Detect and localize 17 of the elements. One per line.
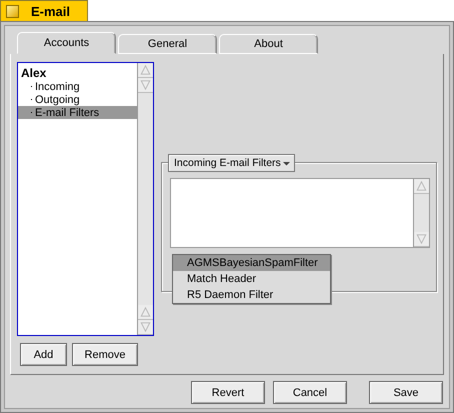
list-item[interactable]: E-mail Filters — [18, 106, 137, 119]
window-title: E-mail — [31, 4, 70, 18]
menu-item[interactable]: AGMSBayesianSpamFilter — [173, 255, 330, 271]
filter-type-menu[interactable]: Incoming E-mail Filters — [168, 154, 295, 172]
tab[interactable]: Accounts — [17, 32, 116, 54]
menu-item[interactable]: Match Header — [173, 271, 330, 287]
menu-item[interactable]: R5 Daemon Filter — [173, 287, 330, 303]
tab[interactable]: General — [118, 34, 217, 54]
remove-button[interactable]: Remove — [72, 343, 138, 366]
list-item[interactable]: Incoming — [18, 80, 137, 93]
list-item[interactable]: Outgoing — [18, 93, 137, 106]
list-item[interactable]: Alex — [18, 65, 137, 80]
save-button[interactable]: Save — [369, 381, 443, 404]
cancel-button[interactable]: Cancel — [273, 381, 347, 404]
revert-button[interactable]: Revert — [191, 381, 265, 404]
tab[interactable]: About — [219, 34, 318, 54]
add-button[interactable]: Add — [20, 343, 67, 366]
